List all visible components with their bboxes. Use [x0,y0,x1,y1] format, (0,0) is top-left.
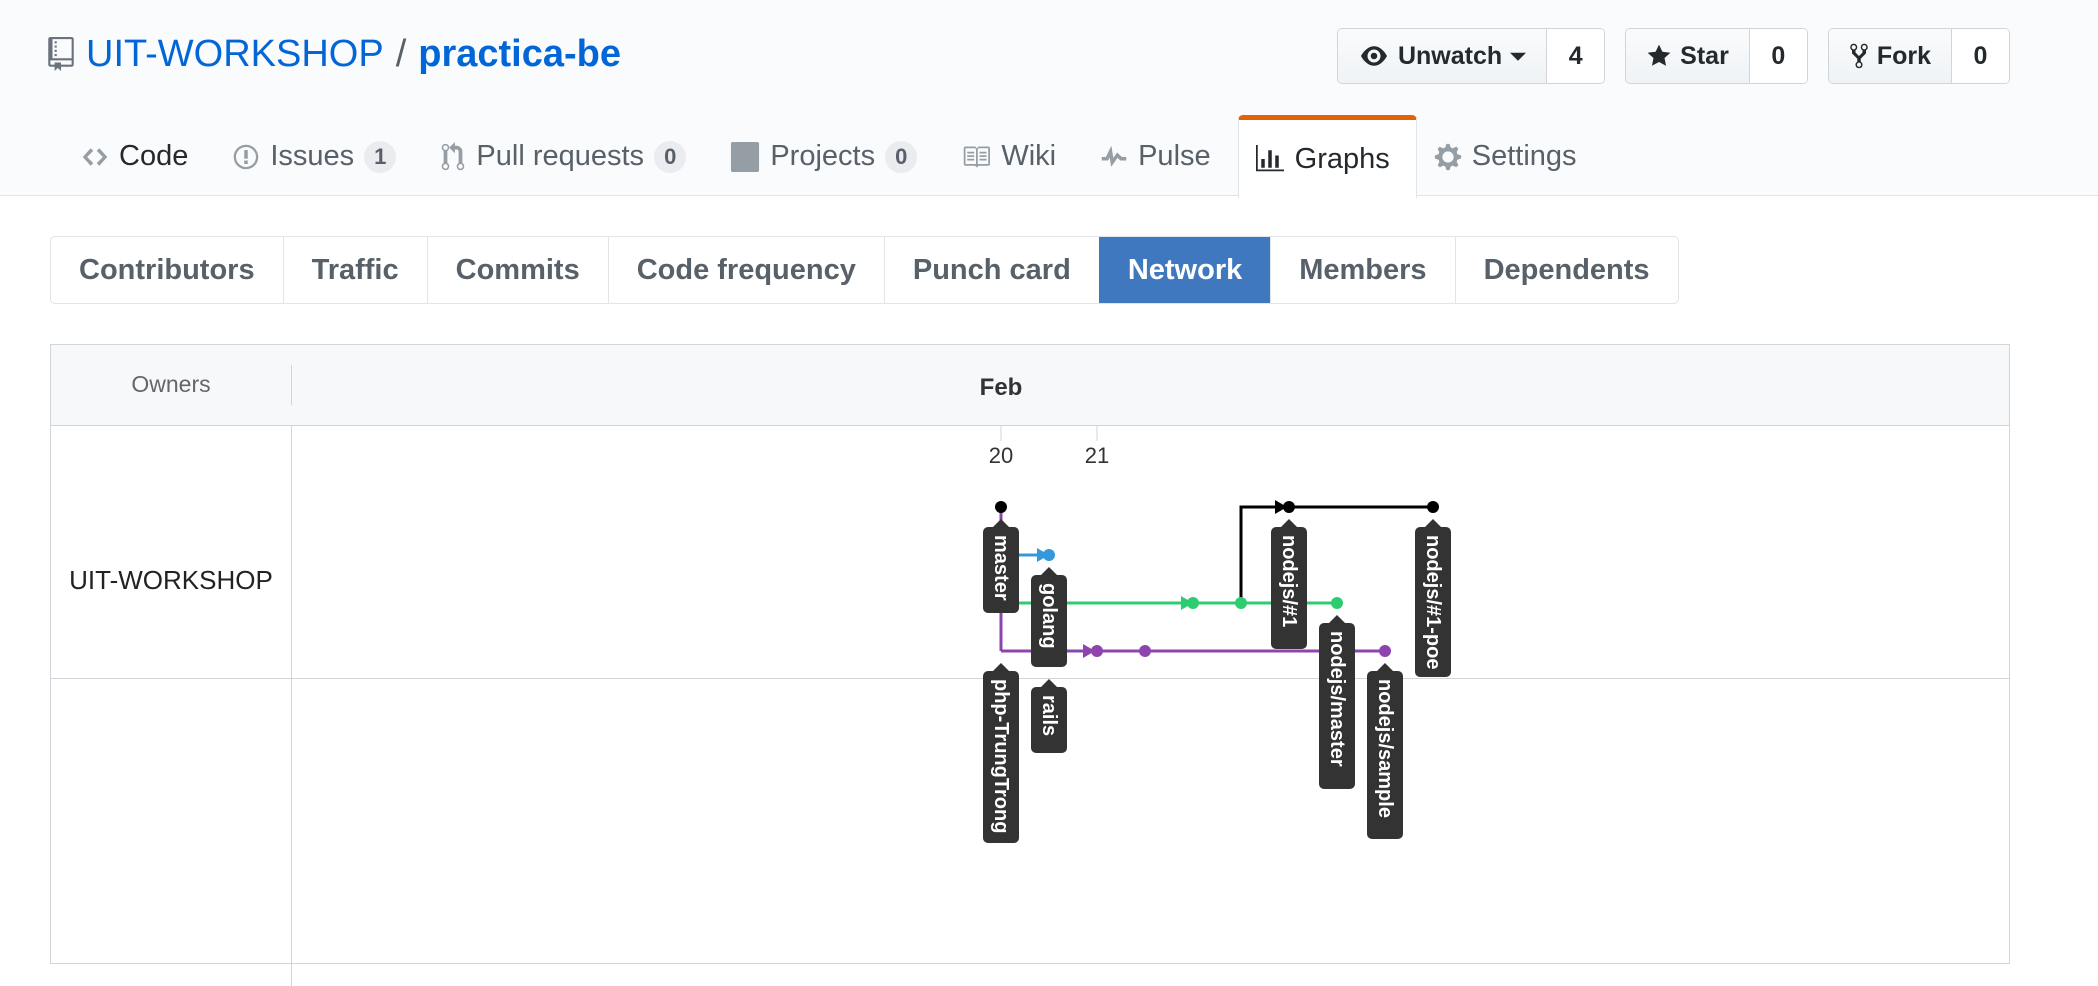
branch-tag-nodejs-sample[interactable]: nodejs/sample [1367,663,1403,839]
subnav-network[interactable]: Network [1098,237,1271,303]
network-graph-panel[interactable]: Owners UIT-WORKSHOP Feb 20 21 master gol… [50,344,2011,986]
pulls-counter: 0 [654,140,687,173]
tab-pull-requests-label: Pull requests [476,140,645,172]
watch-group: Unwatch 4 [1336,28,1606,84]
branch-tag-master[interactable]: master [983,519,1019,613]
branch-label: golang [1038,583,1060,649]
commit-dot[interactable] [1187,597,1199,609]
commit-dot[interactable] [1139,645,1151,657]
tab-issues-label: Issues [270,140,355,172]
fork-button[interactable]: Fork [1828,29,1951,83]
unwatch-label: Unwatch [1397,41,1503,70]
eye-icon [1358,43,1390,69]
network-graph[interactable]: Feb 20 21 master golang php-TrungTrong r… [51,345,2011,965]
commit-dot[interactable] [1427,501,1439,513]
branch-label: nodejs/#1 [1278,535,1300,627]
graph-icon [1255,145,1285,173]
project-icon [730,141,760,172]
branch-label: rails [1038,695,1060,736]
branch-label: nodejs/#1-poe [1422,535,1444,669]
fork-label: Fork [1876,41,1931,70]
tab-issues[interactable]: Issues 1 [215,115,423,197]
branch-tag-nodejs-master[interactable]: nodejs/master [1319,615,1355,789]
month-label: Feb [980,374,1023,401]
path-separator: / [395,33,407,75]
repo-header: UIT-WORKSHOP / practica-be Unwatch 4 Sta… [0,0,2098,198]
fork-icon [1849,42,1869,70]
day-label: 21 [1085,443,1109,468]
tab-code[interactable]: Code [64,115,215,197]
tab-pulse-label: Pulse [1138,140,1211,172]
branch-label: master [990,535,1012,601]
unwatch-button[interactable]: Unwatch [1337,29,1547,83]
branch-tag-php-trungtrong[interactable]: php-TrungTrong [983,663,1019,843]
branch-label: nodejs/sample [1374,679,1396,818]
tab-graphs-label: Graphs [1294,142,1390,175]
branch-tag-rails[interactable]: rails [1031,679,1067,753]
repo-name-link[interactable]: practica-be [418,30,621,78]
tab-projects-label: Projects [770,140,876,172]
tab-wiki[interactable]: Wiki [944,115,1083,197]
branch-tag-nodejs-1-poe[interactable]: nodejs/#1-poe [1415,519,1451,677]
code-icon [81,143,109,171]
commit-dot[interactable] [1379,645,1391,657]
repo-nav: Code Issues 1 Pull requests 0 Projects 0 [64,115,1604,198]
subnav-members[interactable]: Members [1270,237,1454,303]
star-label: Star [1680,41,1729,70]
commit-dot[interactable] [1235,597,1247,609]
repo-icon [48,37,74,71]
subnav-contributors[interactable]: Contributors [51,237,283,303]
tab-settings-label: Settings [1471,140,1577,172]
star-group: Star 0 [1625,28,1808,84]
commit-dot[interactable] [995,501,1007,513]
issue-icon [232,143,260,171]
subnav-punch-card[interactable]: Punch card [883,237,1099,303]
subnav-traffic[interactable]: Traffic [282,237,427,303]
tab-pull-requests[interactable]: Pull requests 0 [423,115,713,197]
branch-label: php-TrungTrong [990,679,1012,833]
commit-dot[interactable] [1283,501,1295,513]
star-button[interactable]: Star [1626,29,1749,83]
tab-pulse[interactable]: Pulse [1083,115,1238,197]
graphs-subnav: Contributors Traffic Commits Code freque… [50,236,1679,304]
git-pull-request-icon [440,141,466,172]
watchers-count[interactable]: 4 [1546,29,1605,83]
repo-owner-link[interactable]: UIT-WORKSHOP [86,30,384,78]
commit-dot[interactable] [1331,597,1343,609]
subnav-dependents[interactable]: Dependents [1454,237,1678,303]
book-icon [961,143,991,171]
tab-projects[interactable]: Projects 0 [713,115,944,197]
tab-code-label: Code [119,140,189,172]
forks-count[interactable]: 0 [1951,29,2009,83]
star-icon [1646,43,1672,69]
branch-tag-golang[interactable]: golang [1031,567,1067,667]
gear-icon [1434,142,1462,172]
tab-settings[interactable]: Settings [1417,115,1604,197]
branch-tag-nodejs-1[interactable]: nodejs/#1 [1271,519,1307,649]
day-label: 20 [989,443,1013,468]
tab-wiki-label: Wiki [1001,140,1057,172]
fork-group: Fork 0 [1827,28,2010,84]
caret-down-icon [1510,48,1527,64]
repo-title: UIT-WORKSHOP / practica-be [48,30,621,78]
repo-actions: Unwatch 4 Star 0 Fork 0 [1336,28,2010,84]
pulse-icon [1100,143,1128,171]
issues-counter: 1 [364,140,397,173]
subnav-commits[interactable]: Commits [426,237,608,303]
branch-label: nodejs/master [1326,631,1348,767]
tab-graphs[interactable]: Graphs [1237,115,1417,198]
subnav-code-frequency[interactable]: Code frequency [607,237,884,303]
stargazers-count[interactable]: 0 [1748,29,1807,83]
projects-counter: 0 [885,140,918,173]
commit-dot[interactable] [1043,549,1055,561]
commit-dot[interactable] [1091,645,1103,657]
